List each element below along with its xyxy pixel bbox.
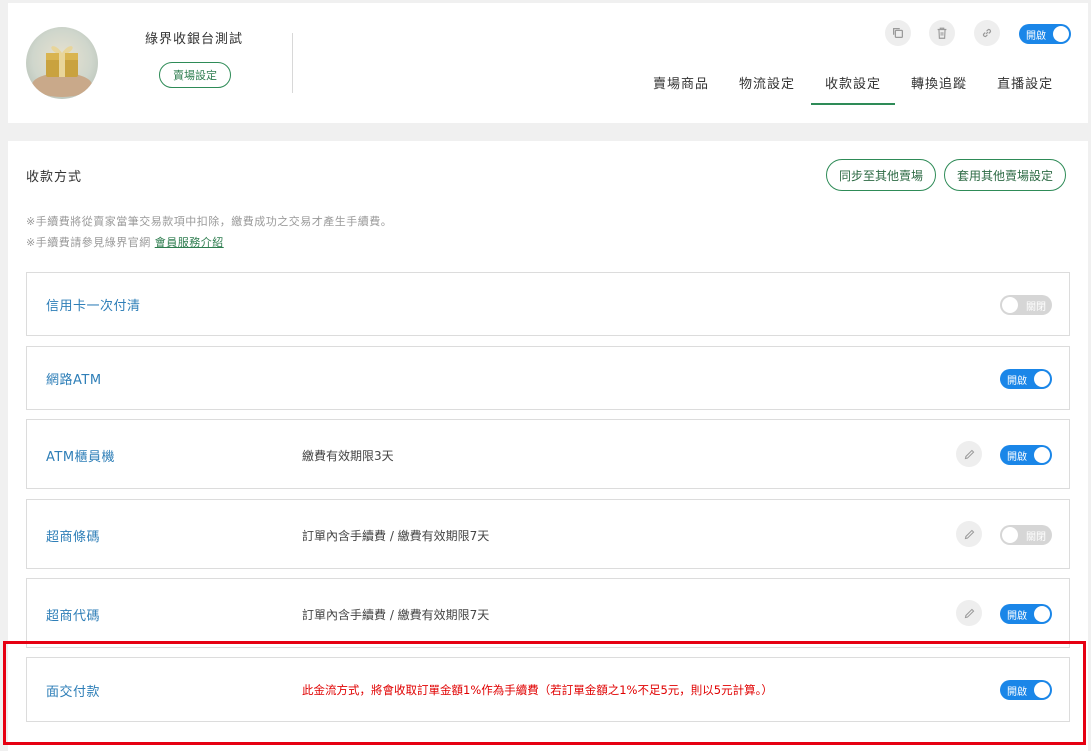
toggle-knob: [1034, 371, 1050, 387]
method-description: 訂單內含手續費 / 繳費有效期限7天: [302, 608, 490, 622]
payment-method-row: ATM櫃員機 繳費有效期限3天 開啟: [26, 419, 1070, 489]
fee-note: ※手續費將從賣家當筆交易款項中扣除，繳費成功之交易才產生手續費。: [26, 215, 393, 228]
payment-method-row: 信用卡一次付清 關閉: [26, 272, 1070, 336]
toggle-label: 開啟: [1026, 30, 1046, 42]
toggle-knob: [1034, 606, 1050, 622]
link-button[interactable]: [974, 20, 1000, 46]
store-setting-button[interactable]: 賣場設定: [159, 62, 231, 88]
edit-button[interactable]: [956, 600, 982, 626]
store-status-toggle[interactable]: 開啟: [1019, 24, 1071, 44]
store-avatar: [26, 27, 98, 99]
copy-button[interactable]: [885, 20, 911, 46]
pencil-icon: [964, 608, 974, 618]
toggle-label: 關閉: [1026, 531, 1046, 543]
delete-button[interactable]: [929, 20, 955, 46]
store-header-card: 綠界收銀台測試 賣場設定 開啟 賣場商品 物流設定 收款設定 轉換追蹤 直播設定: [8, 3, 1088, 123]
apply-other-store-settings-button[interactable]: 套用其他賣場設定: [944, 159, 1067, 191]
method-name: 信用卡一次付清: [46, 299, 141, 314]
tab-live-stream[interactable]: 直播設定: [983, 73, 1067, 105]
method-toggle[interactable]: 關閉: [1000, 525, 1052, 545]
tab-products[interactable]: 賣場商品: [639, 73, 723, 105]
edit-button[interactable]: [956, 521, 982, 547]
method-description: 繳費有效期限3天: [302, 449, 394, 463]
trash-icon: [937, 27, 947, 39]
fee-reference-text: ※手續費請參見綠界官網: [26, 236, 151, 249]
header-divider: [292, 33, 293, 93]
settings-tabs: 賣場商品 物流設定 收款設定 轉換追蹤 直播設定: [638, 73, 1068, 109]
edit-button[interactable]: [956, 441, 982, 467]
payment-method-row: 超商條碼 訂單內含手續費 / 繳費有效期限7天 關閉: [26, 499, 1070, 569]
gift-box-image: [32, 46, 92, 97]
method-name: 網路ATM: [46, 373, 102, 388]
toggle-label: 開啟: [1007, 610, 1027, 622]
store-name: 綠界收銀台測試: [145, 32, 244, 47]
toggle-knob: [1034, 447, 1050, 463]
fee-reference-note: ※手續費請參見綠界官網 會員服務介紹: [26, 234, 224, 250]
payment-method-row: 超商代碼 訂單內含手續費 / 繳費有效期限7天 開啟: [26, 578, 1070, 648]
method-toggle[interactable]: 關閉: [1000, 295, 1052, 315]
toggle-label: 關閉: [1026, 301, 1046, 313]
toggle-knob: [1002, 297, 1018, 313]
link-icon: [982, 28, 992, 38]
tab-conversion-tracking[interactable]: 轉換追蹤: [897, 73, 981, 105]
tab-payment[interactable]: 收款設定: [811, 73, 896, 105]
toggle-knob: [1002, 527, 1018, 543]
method-toggle[interactable]: 開啟: [1000, 445, 1052, 465]
toggle-label: 開啟: [1007, 375, 1027, 387]
toggle-knob: [1053, 26, 1069, 42]
method-name: ATM櫃員機: [46, 450, 116, 465]
sync-to-other-stores-button[interactable]: 同步至其他賣場: [826, 159, 937, 191]
method-name: 超商條碼: [46, 530, 101, 545]
method-name: 超商代碼: [46, 609, 101, 624]
method-description: 訂單內含手續費 / 繳費有效期限7天: [302, 529, 490, 543]
copy-icon: [893, 28, 903, 38]
payment-method-row: 網路ATM 開啟: [26, 346, 1070, 410]
toggle-label: 開啟: [1007, 451, 1027, 463]
pencil-icon: [964, 529, 974, 539]
highlight-annotation-box: [3, 641, 1086, 745]
tab-logistics[interactable]: 物流設定: [725, 73, 809, 105]
pencil-icon: [964, 449, 974, 459]
member-service-link[interactable]: 會員服務介紹: [155, 236, 224, 249]
section-title: 收款方式: [26, 170, 83, 185]
method-toggle[interactable]: 開啟: [1000, 604, 1052, 624]
method-toggle[interactable]: 開啟: [1000, 369, 1052, 389]
